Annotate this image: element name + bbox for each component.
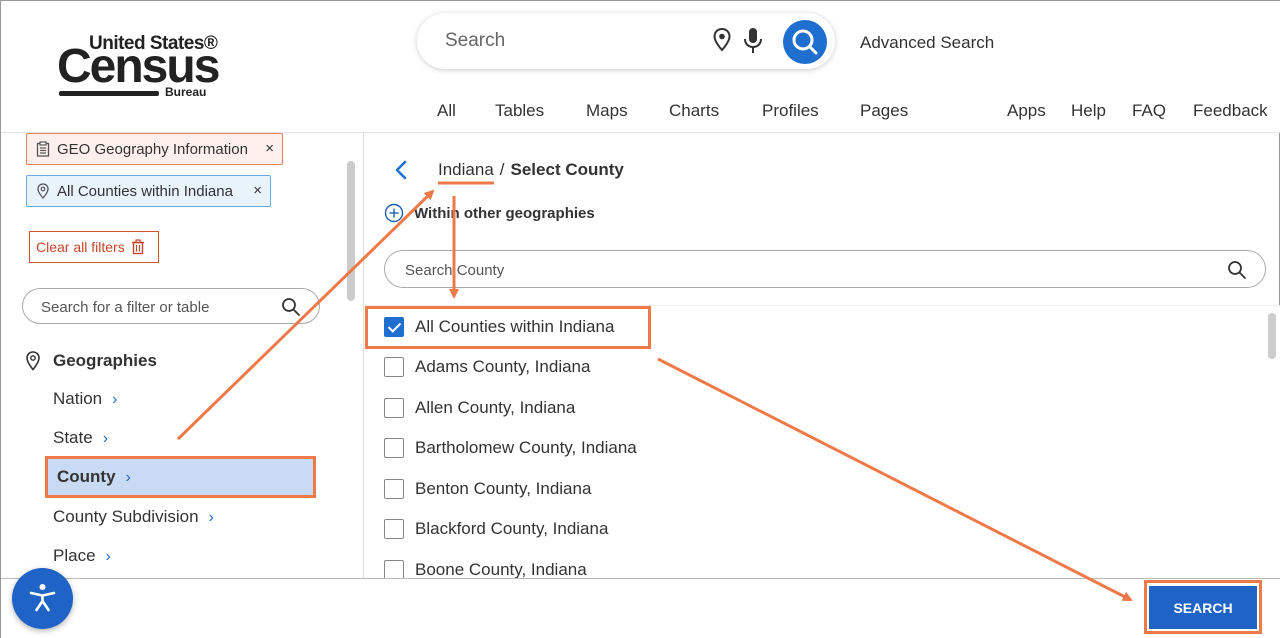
county-option[interactable]: Adams County, Indiana: [384, 356, 590, 378]
checkbox[interactable]: [384, 560, 404, 580]
tab-profiles[interactable]: Profiles: [762, 101, 819, 121]
county-option[interactable]: Benton County, Indiana: [384, 478, 591, 500]
search-submit-button[interactable]: [783, 20, 827, 64]
geo-item-state[interactable]: State ›: [53, 428, 108, 448]
tab-maps[interactable]: Maps: [586, 101, 628, 121]
accessibility-icon: [29, 584, 56, 612]
clear-all-filters-button[interactable]: Clear all filters: [29, 231, 159, 263]
filter-chip-counties-label: All Counties within Indiana: [57, 182, 233, 200]
county-option[interactable]: Allen County, Indiana: [384, 397, 575, 419]
footer-bar: [1, 578, 1280, 638]
sidebar-scrollbar[interactable]: [347, 161, 355, 301]
chevron-left-icon[interactable]: [393, 159, 409, 181]
search-icon[interactable]: [281, 297, 301, 317]
checkbox[interactable]: [384, 398, 404, 418]
chevron-right-icon: ›: [208, 509, 214, 526]
filter-chip-counties[interactable]: All Counties within Indiana ×: [26, 175, 271, 207]
annotation-highlight-all-counties: [365, 306, 651, 349]
map-pin-icon: [37, 183, 49, 199]
tab-all[interactable]: All: [437, 101, 456, 121]
county-option-label: Bartholomew County, Indiana: [415, 438, 637, 457]
geo-item-label: County Subdivision: [53, 507, 199, 526]
tab-charts[interactable]: Charts: [669, 101, 719, 121]
clear-all-filters-label: Clear all filters: [36, 239, 125, 255]
geo-item-label: Place: [53, 546, 96, 565]
checkbox[interactable]: [384, 357, 404, 377]
breadcrumb-indiana-link[interactable]: Indiana: [438, 160, 494, 179]
close-icon[interactable]: ×: [253, 182, 262, 199]
geographies-heading-label: Geographies: [53, 351, 157, 370]
within-other-geographies-label: Within other geographies: [414, 204, 595, 222]
search-icon: [792, 29, 818, 55]
logo-line2: Census: [57, 40, 220, 93]
accessibility-button[interactable]: [12, 568, 73, 629]
county-option-label: Boone County, Indiana: [415, 560, 587, 579]
link-apps[interactable]: Apps: [1007, 101, 1046, 121]
county-option[interactable]: Blackford County, Indiana: [384, 518, 608, 540]
chevron-right-icon: ›: [102, 430, 109, 447]
county-option-label: Adams County, Indiana: [415, 357, 591, 376]
search-button[interactable]: SEARCH: [1149, 586, 1257, 629]
county-option[interactable]: Bartholomew County, Indiana: [384, 437, 637, 459]
search-icon[interactable]: [1227, 260, 1247, 280]
checkbox[interactable]: [384, 519, 404, 539]
breadcrumb-current: Select County: [510, 160, 624, 179]
plus-circle-icon: [384, 203, 404, 223]
map-pin-icon: [26, 351, 40, 371]
location-pin-icon[interactable]: [713, 28, 731, 52]
geo-item-county-subdivision[interactable]: County Subdivision ›: [53, 507, 214, 527]
logo-bar: [59, 91, 159, 96]
global-search-input[interactable]: [445, 27, 695, 55]
breadcrumb: Indiana / Select County: [438, 160, 624, 180]
filter-search: [22, 288, 320, 324]
geo-item-nation[interactable]: Nation ›: [53, 389, 117, 409]
county-option-label: Benton County, Indiana: [415, 479, 592, 498]
filter-chip-geo-label: GEO Geography Information: [57, 140, 248, 158]
geo-item-county[interactable]: County ›: [57, 467, 131, 487]
county-search: [384, 250, 1266, 288]
geo-item-label: County: [57, 467, 116, 486]
geo-item-label: State: [53, 428, 93, 447]
global-search: [417, 13, 835, 69]
county-list-scrollbar[interactable]: [1268, 313, 1276, 359]
tab-tables[interactable]: Tables: [495, 101, 544, 121]
logo-line3: Bureau: [165, 85, 207, 99]
breadcrumb-separator: /: [499, 160, 505, 179]
advanced-search-link[interactable]: Advanced Search: [860, 33, 994, 53]
filter-search-input[interactable]: [41, 297, 281, 317]
link-help[interactable]: Help: [1071, 101, 1106, 121]
chevron-right-icon: ›: [105, 548, 111, 565]
close-icon[interactable]: ×: [265, 140, 274, 157]
within-other-geographies-button[interactable]: Within other geographies: [384, 203, 595, 223]
trash-icon: [131, 239, 144, 255]
census-logo[interactable]: United States® Census Bureau: [57, 31, 227, 103]
link-faq[interactable]: FAQ: [1132, 101, 1166, 121]
geographies-heading: Geographies: [25, 351, 157, 371]
checkbox[interactable]: [384, 438, 404, 458]
filter-chip-geo[interactable]: GEO Geography Information ×: [26, 133, 283, 165]
county-option-label: Blackford County, Indiana: [415, 519, 609, 538]
geo-item-place[interactable]: Place ›: [53, 546, 111, 566]
checkbox[interactable]: [384, 479, 404, 499]
chevron-right-icon: ›: [125, 469, 131, 486]
county-option-label: Allen County, Indiana: [415, 398, 576, 417]
chevron-right-icon: ›: [112, 391, 118, 408]
microphone-icon[interactable]: [743, 27, 763, 55]
tab-pages[interactable]: Pages: [860, 101, 908, 121]
county-search-input[interactable]: [405, 260, 1185, 280]
link-feedback[interactable]: Feedback: [1193, 101, 1268, 121]
site-header: United States® Census Bureau Advanced Se…: [1, 1, 1280, 133]
clipboard-icon: [36, 141, 50, 157]
geo-item-label: Nation: [53, 389, 103, 408]
